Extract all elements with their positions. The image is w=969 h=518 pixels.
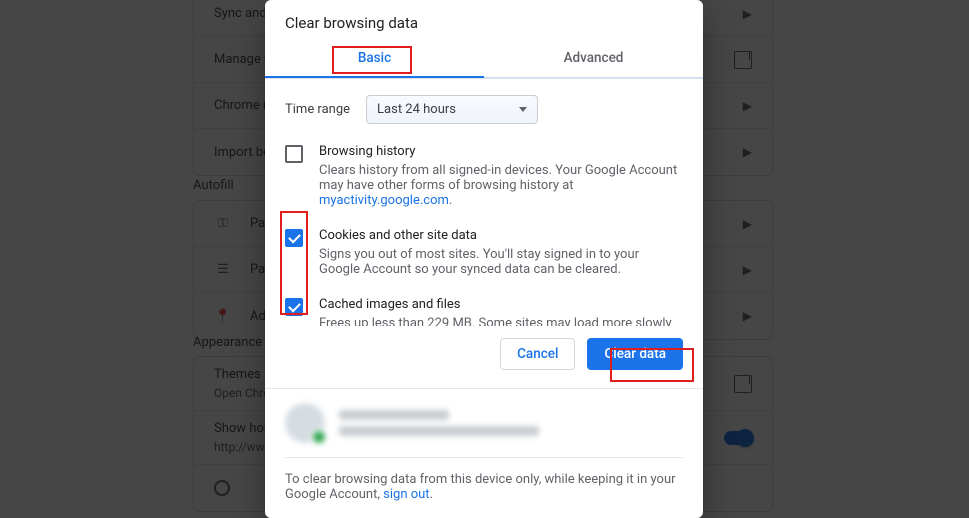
option-title: Cookies and other site data (319, 228, 683, 243)
dialog-body: Time range Last 24 hours Browsing histor… (265, 79, 703, 326)
option-cached: Cached images and files Frees up less th… (285, 287, 683, 326)
checkbox-cached[interactable] (285, 298, 303, 316)
chevron-down-icon (519, 107, 527, 112)
tab-advanced[interactable]: Advanced (484, 38, 703, 78)
dialog-title: Clear browsing data (265, 0, 703, 38)
avatar (285, 403, 325, 443)
clear-data-button[interactable]: Clear data (587, 338, 683, 370)
time-range-value: Last 24 hours (377, 102, 456, 117)
option-title: Cached images and files (319, 297, 683, 312)
option-browsing-history: Browsing history Clears history from all… (285, 134, 683, 218)
account-section (265, 388, 703, 458)
account-details-blurred (339, 410, 539, 436)
option-description: Clears history from all signed-in device… (319, 163, 683, 208)
option-cookies: Cookies and other site data Signs you ou… (285, 218, 683, 287)
checkbox-browsing-history[interactable] (285, 145, 303, 163)
tab-basic[interactable]: Basic (265, 38, 484, 78)
dialog-actions: Cancel Clear data (265, 326, 703, 388)
checkbox-cookies[interactable] (285, 229, 303, 247)
myactivity-link[interactable]: myactivity.google.com (319, 193, 449, 208)
cancel-button[interactable]: Cancel (500, 338, 575, 370)
tab-bar: Basic Advanced (265, 38, 703, 79)
option-title: Browsing history (319, 144, 683, 159)
time-range-label: Time range (285, 102, 350, 117)
option-description: Frees up less than 229 MB. Some sites ma… (319, 316, 683, 326)
time-range-select[interactable]: Last 24 hours (366, 95, 538, 124)
sign-out-link[interactable]: sign out (383, 487, 429, 502)
footer-note: To clear browsing data from this device … (265, 458, 703, 518)
clear-browsing-data-dialog: Clear browsing data Basic Advanced Time … (265, 0, 703, 518)
option-description: Signs you out of most sites. You'll stay… (319, 247, 683, 277)
